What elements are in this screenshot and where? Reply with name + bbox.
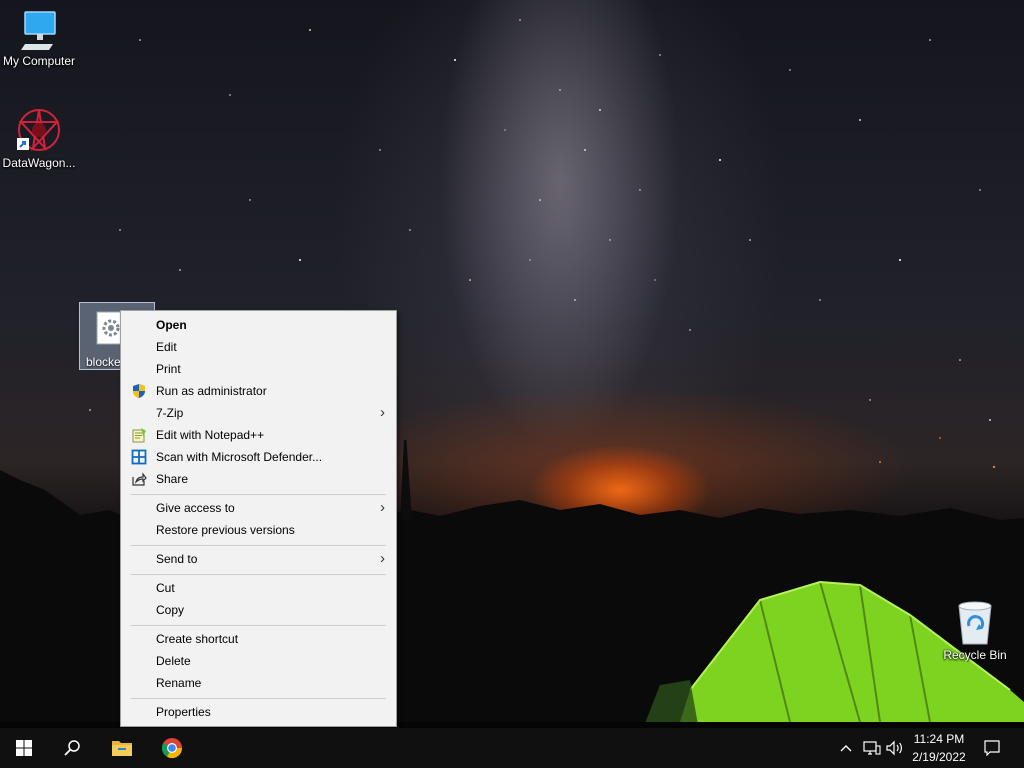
tray-network[interactable] xyxy=(860,728,884,768)
monitor-icon xyxy=(21,11,56,50)
taskbar-file-explorer[interactable] xyxy=(98,728,146,768)
menu-separator xyxy=(131,574,386,575)
chevron-up-icon xyxy=(840,745,852,752)
search-button[interactable] xyxy=(48,728,96,768)
menu-item-scan-with-defender[interactable]: Scan with Microsoft Defender... xyxy=(122,446,395,468)
desktop-icon-recycle-bin[interactable]: Recycle Bin xyxy=(936,600,1014,662)
context-menu: Open Edit Print Run as administrator 7-Z… xyxy=(120,310,397,727)
notepadpp-icon xyxy=(132,428,146,443)
menu-item-print[interactable]: Print xyxy=(122,358,395,380)
menu-separator xyxy=(131,545,386,546)
volume-icon xyxy=(886,740,902,756)
menu-item-edit[interactable]: Edit xyxy=(122,336,395,358)
menu-item-properties[interactable]: Properties xyxy=(122,701,395,723)
clock-time: 11:24 PM xyxy=(913,732,965,746)
desktop-icon-label: DataWagon... xyxy=(2,156,76,170)
desktop-icon-label: Recycle Bin xyxy=(943,648,1007,662)
desktop-icon-datawagon[interactable]: DataWagon... xyxy=(0,106,78,170)
menu-item-share[interactable]: Share xyxy=(122,468,395,490)
recycle-bin-icon xyxy=(958,601,992,645)
taskbar-chrome[interactable] xyxy=(148,728,196,768)
menu-item-send-to[interactable]: Send to › xyxy=(122,548,395,570)
menu-item-open[interactable]: Open xyxy=(122,314,395,336)
taskbar: 11:24 PM 2/19/2022 xyxy=(0,728,1024,768)
menu-item-delete[interactable]: Delete xyxy=(122,650,395,672)
menu-separator xyxy=(131,494,386,495)
menu-item-restore-previous-versions[interactable]: Restore previous versions xyxy=(122,519,395,541)
file-explorer-icon xyxy=(112,741,132,756)
share-icon xyxy=(132,472,147,486)
tray-volume[interactable] xyxy=(884,728,906,768)
search-icon xyxy=(64,740,80,756)
chevron-right-icon: › xyxy=(380,550,385,567)
desktop-icon-label: My Computer xyxy=(2,54,76,68)
action-center-icon xyxy=(984,740,1000,756)
menu-item-rename[interactable]: Rename xyxy=(122,672,395,694)
datawagon-shortcut-icon xyxy=(17,109,60,152)
menu-item-give-access-to[interactable]: Give access to › xyxy=(122,497,395,519)
chevron-right-icon: › xyxy=(380,404,385,421)
network-icon xyxy=(863,741,881,755)
menu-item-cut[interactable]: Cut xyxy=(122,577,395,599)
menu-item-create-shortcut[interactable]: Create shortcut xyxy=(122,628,395,650)
menu-item-copy[interactable]: Copy xyxy=(122,599,395,621)
start-button[interactable] xyxy=(0,728,48,768)
defender-icon xyxy=(131,449,147,465)
action-center-button[interactable] xyxy=(978,728,1006,768)
chevron-right-icon: › xyxy=(380,499,385,516)
desktop-icon-my-computer[interactable]: My Computer xyxy=(0,8,78,68)
menu-separator xyxy=(131,625,386,626)
menu-item-7zip[interactable]: 7-Zip › xyxy=(122,402,395,424)
menu-item-edit-with-notepadpp[interactable]: Edit with Notepad++ xyxy=(122,424,395,446)
clock-date: 2/19/2022 xyxy=(912,750,966,764)
windows-start-icon xyxy=(16,740,32,756)
shield-icon xyxy=(133,384,145,398)
taskbar-clock[interactable]: 11:24 PM 2/19/2022 xyxy=(906,730,972,766)
tray-show-hidden-icons[interactable] xyxy=(836,728,856,768)
menu-item-run-as-administrator[interactable]: Run as administrator xyxy=(122,380,395,402)
chrome-icon xyxy=(161,738,183,759)
menu-separator xyxy=(131,698,386,699)
desktop-icon-label: blocke xyxy=(86,355,121,369)
